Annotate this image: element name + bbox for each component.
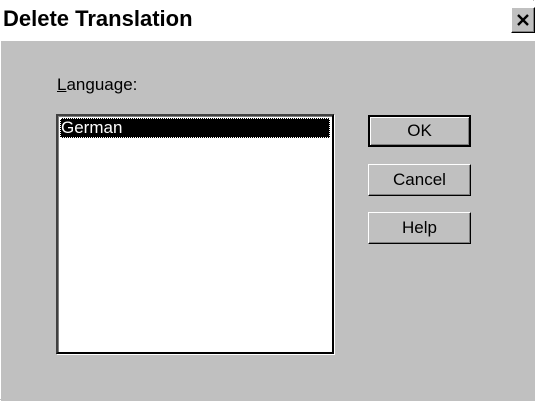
close-button[interactable] (511, 7, 535, 33)
cancel-button[interactable]: Cancel (368, 164, 471, 196)
help-button[interactable]: Help (368, 212, 471, 244)
ok-button[interactable]: OK (368, 115, 471, 147)
language-listbox[interactable]: German (56, 114, 334, 354)
delete-translation-dialog: Delete Translation Language: German OK C… (0, 0, 535, 401)
list-item-german[interactable]: German (60, 118, 330, 138)
language-label-text: anguage: (66, 75, 138, 94)
title-bar[interactable]: Delete Translation (1, 1, 535, 41)
close-icon (516, 13, 530, 27)
language-label: Language: (57, 75, 137, 95)
window-title: Delete Translation (3, 6, 193, 31)
dialog-body: Language: German OK Cancel Help (1, 41, 535, 401)
